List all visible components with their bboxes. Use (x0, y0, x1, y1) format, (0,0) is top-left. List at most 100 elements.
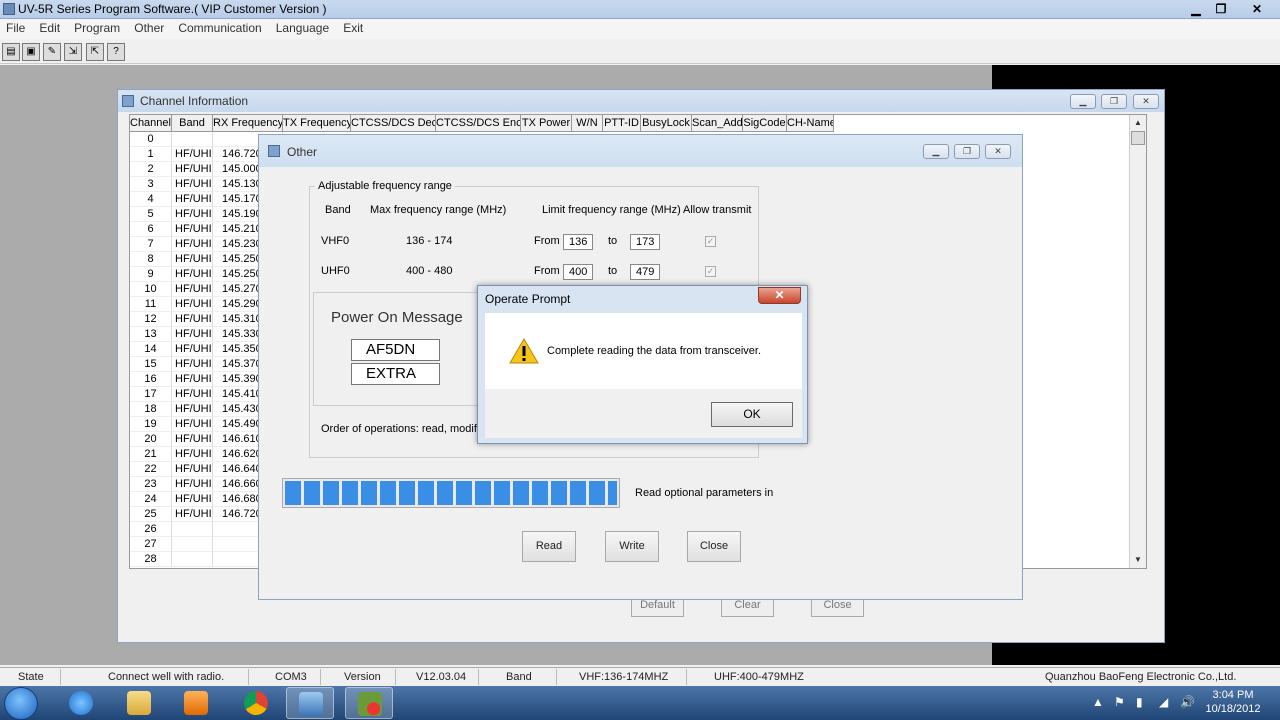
channel-cell[interactable]: 5 (130, 207, 172, 222)
column-header[interactable]: Scan_Add (692, 115, 743, 132)
power-on-line1-field[interactable]: AF5DN (351, 339, 440, 361)
channel-cell[interactable]: 6 (130, 222, 172, 237)
scroll-down-icon[interactable]: ▼ (1130, 552, 1146, 568)
band-cell[interactable]: HF/UHI (172, 507, 213, 522)
column-header[interactable]: BusyLock (641, 115, 692, 132)
band-cell[interactable]: HF/UHI (172, 147, 213, 162)
band-cell[interactable]: HF/UHI (172, 432, 213, 447)
band-cell[interactable] (172, 522, 213, 537)
read-icon[interactable]: ⇲ (64, 43, 82, 61)
band-cell[interactable]: HF/UHI (172, 477, 213, 492)
minimize-button[interactable]: ▁ (1183, 0, 1209, 18)
band-cell[interactable]: HF/UHI (172, 297, 213, 312)
flag-icon[interactable]: ⚑ (1114, 695, 1125, 709)
channel-cell[interactable]: 2 (130, 162, 172, 177)
band-cell[interactable]: HF/UHI (172, 492, 213, 507)
channel-cell[interactable]: 21 (130, 447, 172, 462)
menu-other[interactable]: Other (129, 19, 169, 37)
taskbar-uv5r-software[interactable] (286, 687, 334, 719)
band-cell[interactable]: HF/UHI (172, 177, 213, 192)
column-header[interactable]: TX Power (521, 115, 572, 132)
channel-cell[interactable]: 7 (130, 237, 172, 252)
channel-cell[interactable]: 14 (130, 342, 172, 357)
write-button[interactable]: Write (605, 531, 659, 562)
channel-cell[interactable]: 23 (130, 477, 172, 492)
band-cell[interactable]: HF/UHI (172, 387, 213, 402)
restore-icon[interactable]: ❐ (1101, 94, 1127, 109)
power-on-line2-field[interactable]: EXTRA (351, 363, 440, 385)
band-cell[interactable] (172, 552, 213, 567)
menu-language[interactable]: Language (271, 19, 334, 37)
band-cell[interactable]: HF/UHI (172, 222, 213, 237)
read-button[interactable]: Read (522, 531, 576, 562)
column-header[interactable]: CH-Name (787, 115, 834, 132)
info-icon[interactable]: ? (107, 43, 125, 61)
scroll-thumb[interactable] (1131, 131, 1145, 145)
channel-cell[interactable]: 22 (130, 462, 172, 477)
open-icon[interactable]: ▤ (2, 43, 20, 61)
band-cell[interactable]: HF/UHI (172, 237, 213, 252)
ok-button[interactable]: OK (711, 402, 793, 427)
channel-cell[interactable]: 27 (130, 537, 172, 552)
taskbar-media-player[interactable] (172, 687, 220, 719)
menu-communication[interactable]: Communication (173, 19, 266, 37)
uhf-allow-transmit-checkbox[interactable]: ✓ (705, 266, 716, 277)
minimize-icon[interactable]: ▁ (1070, 94, 1096, 109)
column-header[interactable]: TX Frequency (283, 115, 351, 132)
taskbar-explorer[interactable] (115, 687, 163, 719)
channel-cell[interactable]: 10 (130, 282, 172, 297)
taskbar-chrome[interactable] (232, 687, 280, 719)
column-header[interactable]: Channel (130, 115, 172, 132)
channel-window-titlebar[interactable]: Channel Information ▁ ❐ ✕ (118, 90, 1164, 112)
write-icon[interactable]: ⇱ (86, 43, 104, 61)
vertical-scrollbar[interactable]: ▲ ▼ (1129, 115, 1146, 568)
channel-cell[interactable]: 25 (130, 507, 172, 522)
band-cell[interactable]: HF/UHI (172, 402, 213, 417)
column-header[interactable]: CTCSS/DCS Dec (351, 115, 436, 132)
column-header[interactable]: SigCode (743, 115, 787, 132)
close-button[interactable]: ✕ (1244, 0, 1270, 18)
close-icon[interactable]: ✕ (985, 144, 1011, 159)
channel-cell[interactable]: 17 (130, 387, 172, 402)
menu-program[interactable]: Program (69, 19, 125, 37)
windows-start-icon[interactable] (4, 687, 38, 720)
column-header[interactable]: CTCSS/DCS Enc (436, 115, 521, 132)
uhf-to-field[interactable]: 479 (630, 264, 660, 280)
menu-file[interactable]: File (1, 19, 30, 37)
column-header[interactable]: RX Frequency (213, 115, 283, 132)
menu-exit[interactable]: Exit (338, 19, 368, 37)
taskbar-clock[interactable]: 3:04 PM 10/18/2012 (1198, 688, 1268, 716)
close-icon[interactable]: ✕ (1133, 94, 1159, 109)
maximize-button[interactable]: ❐ (1208, 0, 1234, 18)
column-header[interactable]: PTT-ID (603, 115, 641, 132)
channel-cell[interactable]: 12 (130, 312, 172, 327)
band-cell[interactable]: HF/UHI (172, 282, 213, 297)
column-header[interactable]: W/N (572, 115, 603, 132)
channel-cell[interactable]: 20 (130, 432, 172, 447)
restore-icon[interactable]: ❐ (954, 144, 980, 159)
band-cell[interactable]: HF/UHI (172, 312, 213, 327)
band-cell[interactable]: HF/UHI (172, 417, 213, 432)
channel-cell[interactable]: 28 (130, 552, 172, 567)
menu-edit[interactable]: Edit (34, 19, 65, 37)
band-cell[interactable]: HF/UHI (172, 267, 213, 282)
scroll-up-icon[interactable]: ▲ (1130, 115, 1146, 131)
tray-expand-icon[interactable]: ▲ (1092, 695, 1104, 709)
channel-cell[interactable]: 13 (130, 327, 172, 342)
channel-cell[interactable]: 11 (130, 297, 172, 312)
volume-icon[interactable]: 🔊 (1180, 695, 1195, 709)
dialog-close-button[interactable]: ✕ (758, 287, 801, 304)
band-cell[interactable]: HF/UHI (172, 462, 213, 477)
band-cell[interactable]: HF/UHI (172, 357, 213, 372)
channel-cell[interactable]: 24 (130, 492, 172, 507)
band-cell[interactable]: HF/UHI (172, 342, 213, 357)
band-cell[interactable]: HF/UHI (172, 207, 213, 222)
channel-cell[interactable]: 15 (130, 357, 172, 372)
band-cell[interactable] (172, 537, 213, 552)
channel-cell[interactable]: 8 (130, 252, 172, 267)
other-close-button[interactable]: Close (687, 531, 741, 562)
title-bar[interactable]: UV-5R Series Program Software.( VIP Cust… (0, 0, 1280, 19)
vhf-to-field[interactable]: 173 (630, 234, 660, 250)
channel-cell[interactable]: 0 (130, 132, 172, 147)
band-cell[interactable]: HF/UHI (172, 372, 213, 387)
